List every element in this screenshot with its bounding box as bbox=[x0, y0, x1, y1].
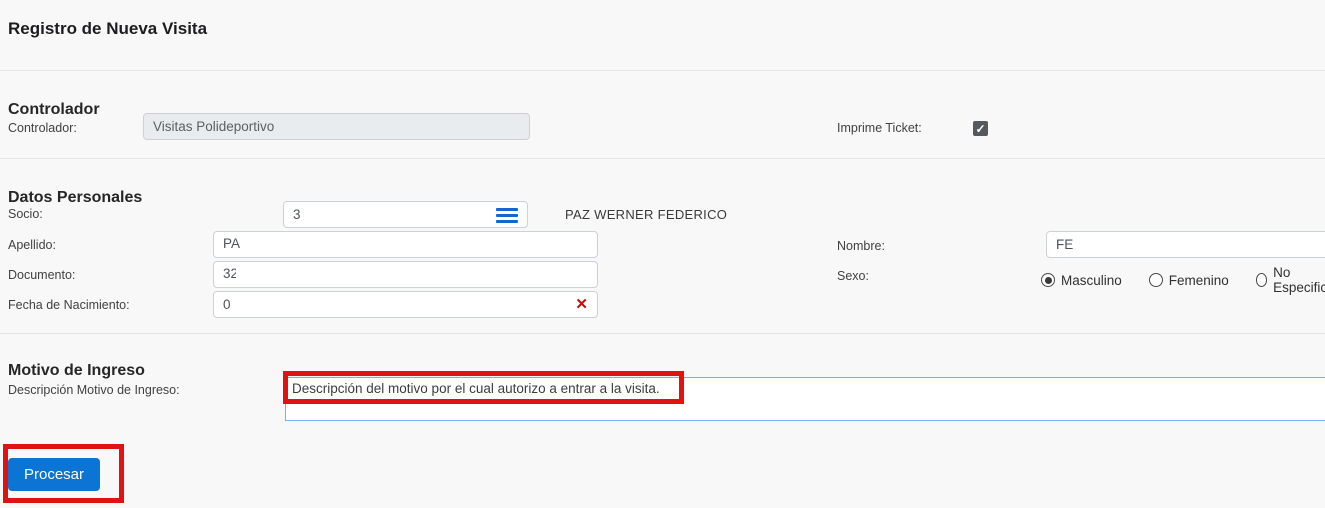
section-title-motivo-ingreso: Motivo de Ingreso bbox=[8, 362, 145, 380]
descripcion-motivo-value: Descripción del motivo por el cual autor… bbox=[292, 381, 660, 396]
clear-x-icon[interactable]: ✕ bbox=[575, 296, 588, 314]
radio-selected-icon bbox=[1041, 273, 1055, 287]
section-title-datos-personales: Datos Personales bbox=[8, 189, 142, 207]
radio-masculino-label: Masculino bbox=[1061, 273, 1122, 288]
nombre-value: FE bbox=[1056, 237, 1073, 252]
apellido-input[interactable]: PA bbox=[213, 231, 598, 258]
section-title-controlador: Controlador bbox=[8, 101, 100, 119]
controlador-input: Visitas Polideportivo bbox=[143, 113, 530, 140]
page-title: Registro de Nueva Visita bbox=[8, 19, 207, 39]
controlador-value: Visitas Polideportivo bbox=[153, 119, 274, 134]
sexo-label: Sexo: bbox=[837, 269, 869, 283]
divider bbox=[0, 333, 1325, 334]
documento-input[interactable]: 32 bbox=[213, 261, 598, 288]
apellido-label: Apellido: bbox=[8, 238, 56, 252]
documento-label: Documento: bbox=[8, 268, 75, 282]
check-icon: ✓ bbox=[975, 123, 985, 135]
radio-no-especifica[interactable]: No Especifica bbox=[1256, 265, 1325, 295]
procesar-button[interactable]: Procesar bbox=[8, 458, 100, 491]
hamburger-menu-icon[interactable] bbox=[496, 208, 518, 223]
radio-no-especifica-label: No Especifica bbox=[1273, 265, 1325, 295]
controlador-label: Controlador: bbox=[8, 121, 77, 135]
nombre-input[interactable]: FE bbox=[1046, 231, 1325, 258]
fecha-nacimiento-label: Fecha de Nacimiento: bbox=[8, 298, 130, 312]
socio-full-name: PAZ WERNER FEDERICO bbox=[565, 207, 727, 222]
radio-femenino-label: Femenino bbox=[1169, 273, 1229, 288]
fecha-nacimiento-input[interactable]: 0 ✕ bbox=[213, 291, 598, 318]
nombre-label: Nombre: bbox=[837, 239, 885, 253]
imprime-ticket-checkbox[interactable]: ✓ bbox=[973, 121, 988, 136]
imprime-ticket-label: Imprime Ticket: bbox=[837, 121, 922, 135]
descripcion-motivo-textarea[interactable]: Descripción del motivo por el cual autor… bbox=[285, 377, 1325, 421]
documento-value: 32 bbox=[223, 266, 236, 284]
radio-femenino[interactable]: Femenino bbox=[1149, 273, 1229, 288]
descripcion-motivo-label: Descripción Motivo de Ingreso: bbox=[8, 383, 180, 397]
socio-label: Socio: bbox=[8, 207, 43, 221]
socio-input[interactable]: 3 bbox=[283, 201, 528, 228]
radio-unselected-icon bbox=[1149, 273, 1163, 287]
radio-masculino[interactable]: Masculino bbox=[1041, 273, 1122, 288]
socio-value: 3 bbox=[293, 207, 301, 222]
apellido-value: PA bbox=[223, 236, 240, 254]
divider bbox=[0, 158, 1325, 159]
divider bbox=[0, 70, 1325, 71]
sexo-radio-group: Masculino Femenino No Especifica bbox=[1041, 265, 1325, 295]
fecha-nacimiento-value: 0 bbox=[223, 297, 231, 312]
radio-unselected-icon bbox=[1256, 273, 1267, 287]
